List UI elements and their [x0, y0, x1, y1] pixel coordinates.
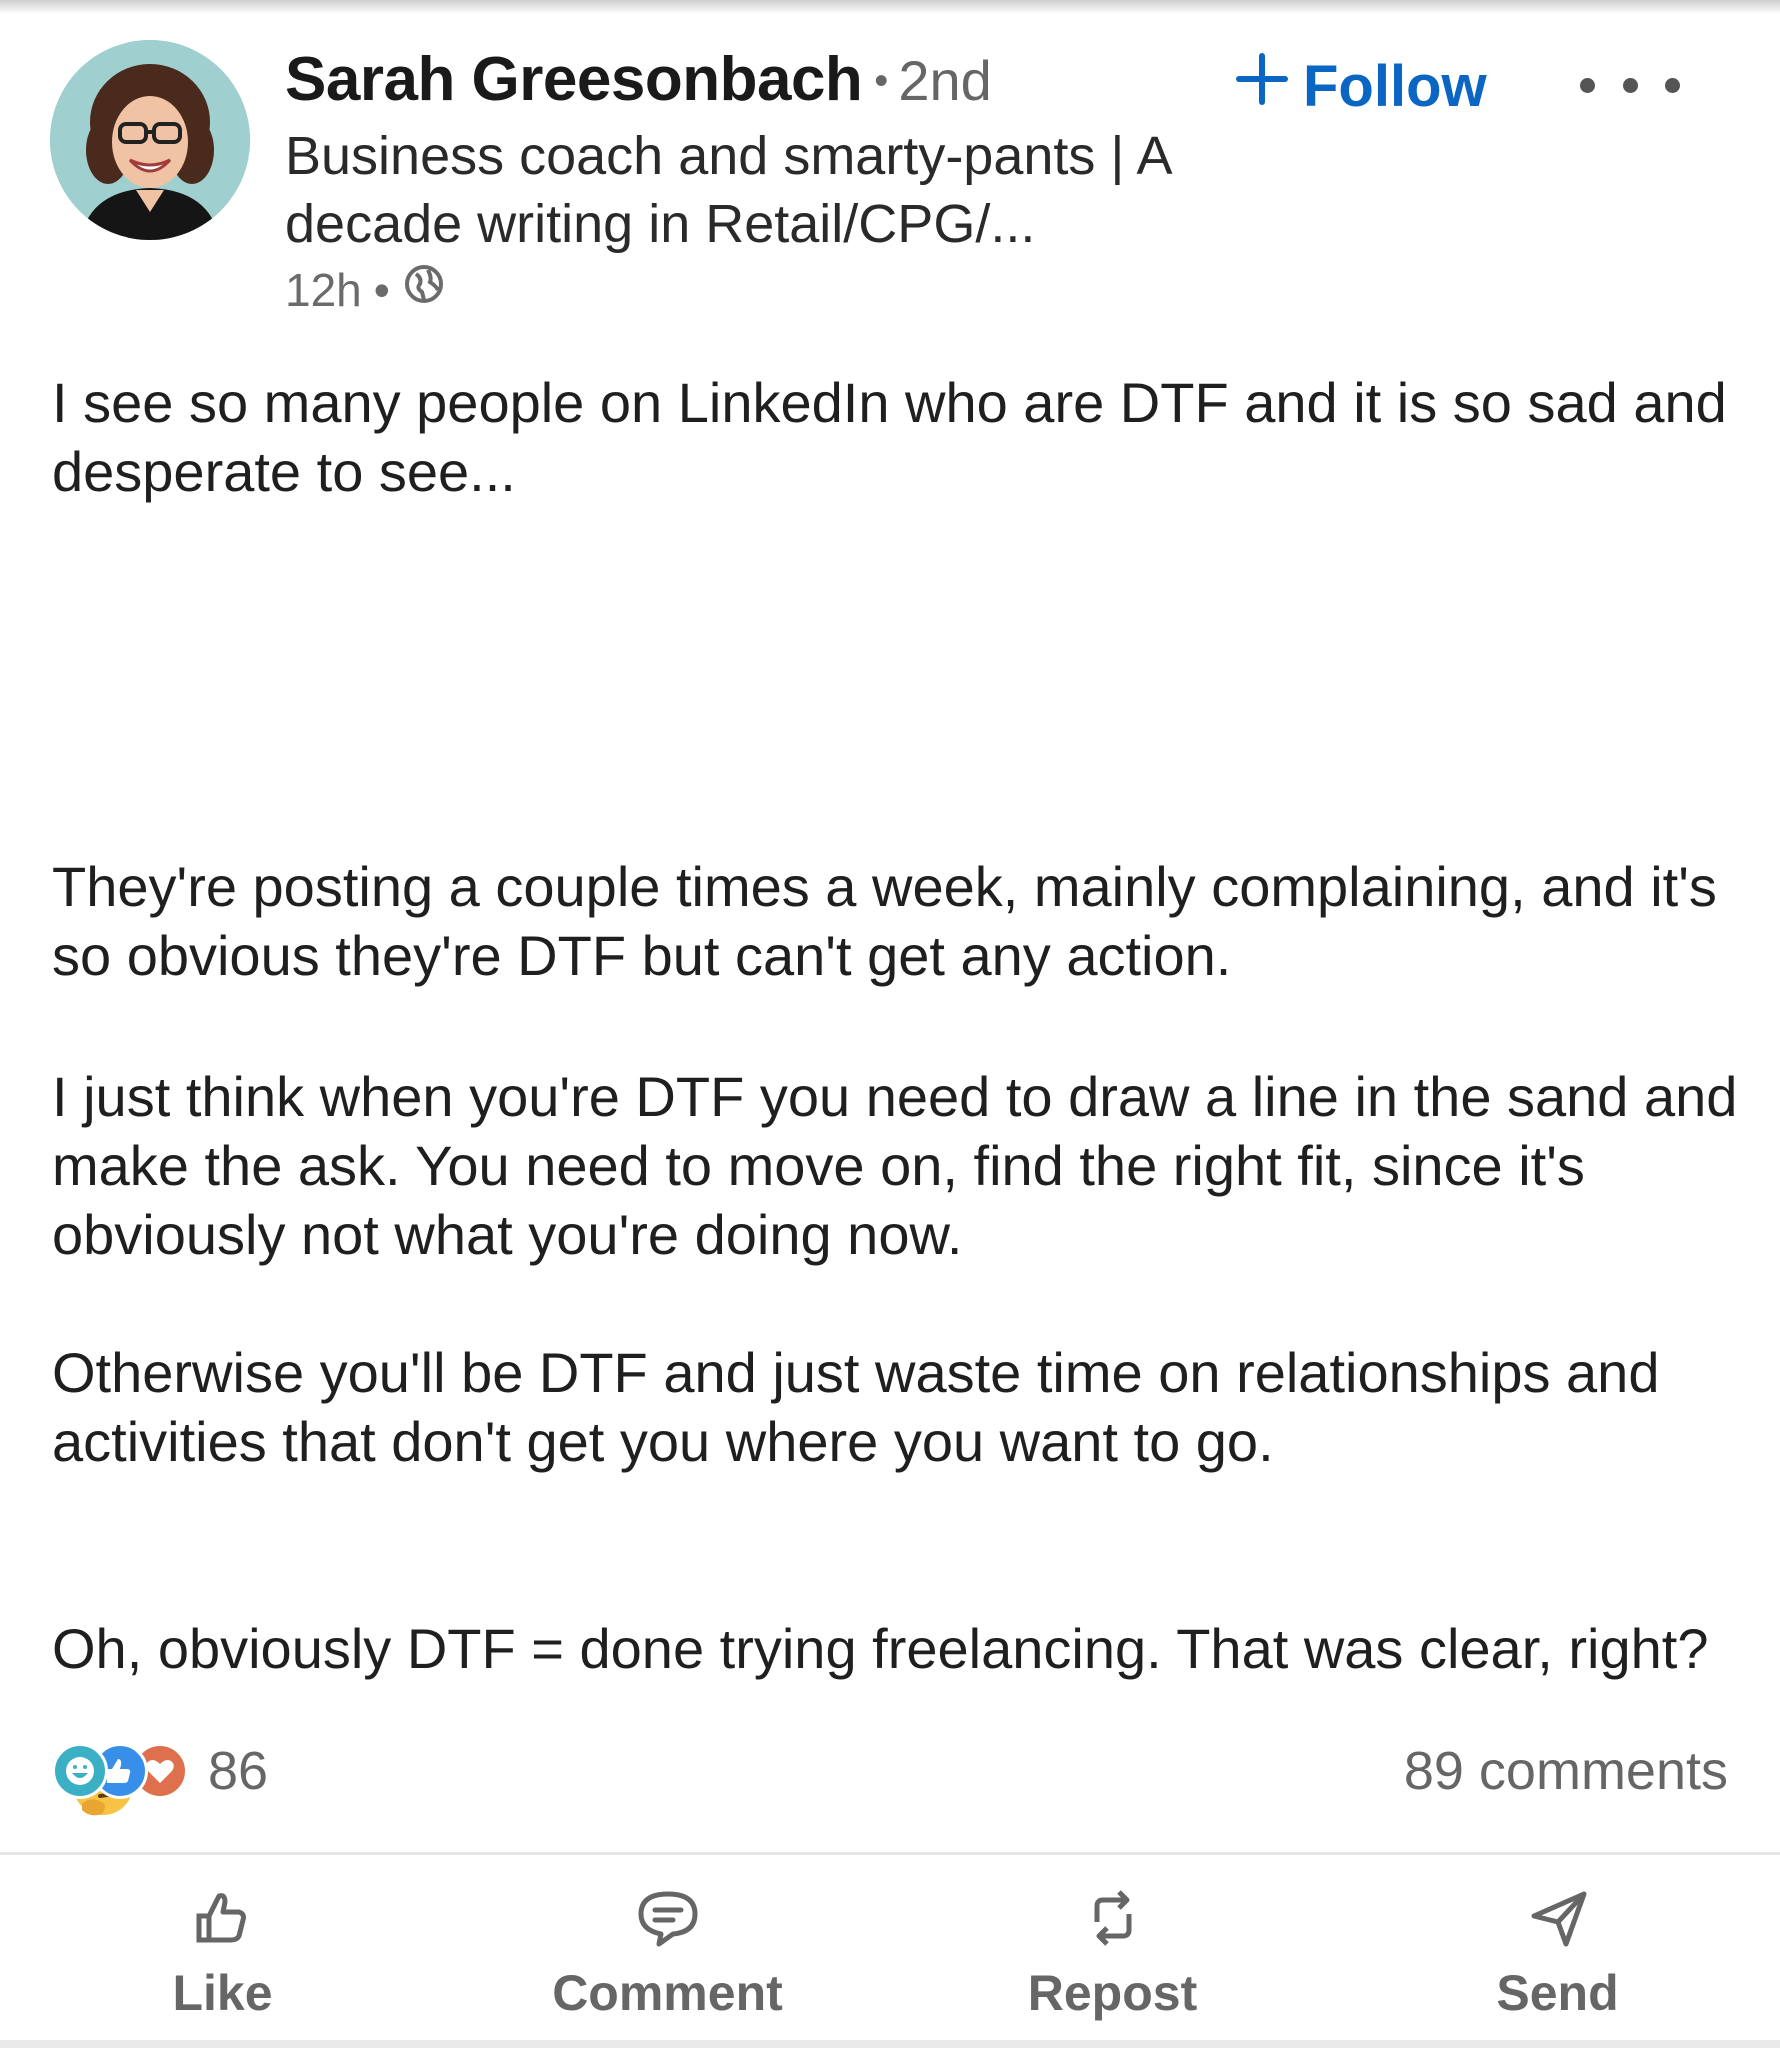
post-paragraph: Oh, obviously DTF = done trying freelanc…	[52, 1617, 1709, 1680]
more-dot	[1665, 77, 1680, 93]
post-actions-bar: Like Comment Repost Send	[0, 1870, 1780, 2030]
top-edge-shadow	[0, 0, 1780, 14]
post-paragraph: I see so many people on LinkedIn who are…	[52, 371, 1727, 503]
degree-separator: •	[874, 59, 889, 103]
comments-count-link[interactable]: 89 comments	[1404, 1740, 1728, 1802]
comment-button[interactable]: Comment	[445, 1870, 890, 2030]
author-name[interactable]: Sarah Greesonbach	[285, 45, 863, 114]
send-icon	[1526, 1870, 1590, 1950]
comment-icon	[633, 1870, 703, 1950]
like-icon	[191, 1870, 255, 1950]
laugh-reaction-icon	[52, 1743, 108, 1799]
post-paragraph: Otherwise you'll be DTF and just waste t…	[52, 1341, 1660, 1473]
author-line: Sarah Greesonbach • 2nd	[285, 44, 992, 115]
like-button[interactable]: Like	[0, 1870, 445, 2030]
author-avatar[interactable]	[50, 40, 250, 240]
author-headline: Business coach and smarty-pants | A deca…	[285, 126, 1170, 254]
comment-label: Comment	[552, 1965, 783, 2021]
globe-icon	[402, 262, 446, 317]
post-meta: 12h •	[285, 262, 446, 317]
repost-icon	[1081, 1870, 1145, 1950]
send-button[interactable]: Send	[1335, 1870, 1780, 2030]
post-time: 12h	[285, 263, 362, 316]
actions-divider	[0, 1852, 1780, 1855]
more-dot	[1622, 77, 1638, 93]
plus-icon	[1235, 52, 1289, 120]
like-label: Like	[172, 1965, 273, 2021]
avatar-portrait	[50, 40, 250, 240]
meta-separator: •	[373, 263, 390, 316]
repost-button[interactable]: Repost	[890, 1870, 1335, 2030]
bottom-edge	[0, 2040, 1780, 2048]
send-label: Send	[1496, 1965, 1619, 2021]
follow-button[interactable]: Follow	[1235, 52, 1487, 120]
connection-degree: 2nd	[898, 49, 992, 112]
repost-label: Repost	[1027, 1965, 1198, 2021]
more-dot	[1580, 77, 1595, 93]
follow-label: Follow	[1303, 53, 1487, 119]
reactions-summary[interactable]: 86	[52, 1740, 268, 1802]
more-options-icon[interactable]	[1580, 60, 1680, 110]
reaction-count: 86	[208, 1741, 269, 1801]
post-paragraph: They're posting a couple times a week, m…	[52, 855, 1717, 987]
post-paragraph: I just think when you're DTF you need to…	[52, 1065, 1738, 1266]
